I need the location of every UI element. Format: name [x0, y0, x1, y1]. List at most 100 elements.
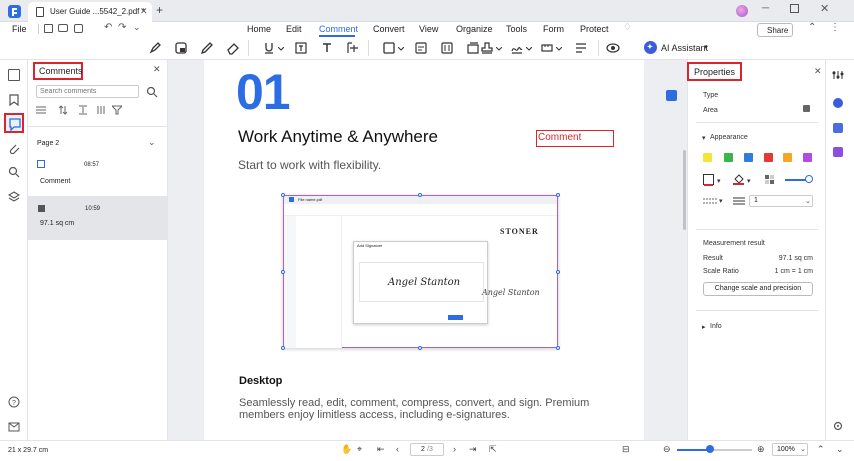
- menu-tools[interactable]: Tools: [506, 24, 527, 34]
- chevron-down-icon[interactable]: [398, 47, 404, 51]
- highlighter-icon[interactable]: [148, 41, 162, 55]
- chevron-down-icon[interactable]: ▾: [704, 43, 708, 51]
- more-icon[interactable]: ⋮: [830, 22, 840, 33]
- fit-page-icon[interactable]: ⊟: [622, 444, 630, 455]
- area-icon[interactable]: [466, 41, 480, 55]
- close-panel-icon[interactable]: ✕: [814, 66, 822, 77]
- typewriter-icon[interactable]: [346, 41, 360, 55]
- chevron-up-icon[interactable]: ⌃: [808, 22, 816, 33]
- comment-list-item-selected[interactable]: 10:59 97.1 sq cm: [28, 196, 167, 240]
- chevron-right-icon[interactable]: ▸: [702, 323, 706, 331]
- chevron-down-icon[interactable]: ▾: [747, 177, 751, 185]
- close-window-icon[interactable]: ✕: [820, 2, 829, 15]
- resize-handle[interactable]: [281, 270, 285, 274]
- chevron-down-icon[interactable]: ▾: [717, 177, 721, 185]
- chevron-down-icon[interactable]: [526, 47, 532, 51]
- layers-icon[interactable]: [8, 191, 20, 203]
- menu-comment[interactable]: Comment: [319, 24, 358, 34]
- scrollbar-thumb[interactable]: [683, 150, 686, 230]
- funnel-icon[interactable]: [112, 105, 122, 115]
- zoom-out-icon[interactable]: ⊖: [663, 444, 671, 455]
- save-icon[interactable]: [44, 24, 53, 33]
- search-icon[interactable]: [146, 86, 158, 98]
- eye-icon[interactable]: [606, 41, 620, 55]
- first-page-icon[interactable]: ⇤: [377, 444, 385, 455]
- avatar[interactable]: [736, 5, 748, 17]
- maximize-icon[interactable]: [790, 4, 799, 13]
- menu-home[interactable]: Home: [247, 24, 271, 34]
- stroke-color-icon[interactable]: [703, 174, 714, 186]
- chevron-down-icon[interactable]: [496, 47, 502, 51]
- expand-all-icon[interactable]: [78, 105, 88, 115]
- settings-icon[interactable]: [833, 421, 843, 431]
- menu-view[interactable]: View: [419, 24, 438, 34]
- bookmark-icon[interactable]: [8, 94, 20, 106]
- opacity-icon[interactable]: [765, 175, 774, 184]
- sort-icon[interactable]: [58, 105, 68, 115]
- stamp-icon[interactable]: [480, 41, 494, 55]
- zoom-slider-thumb[interactable]: [706, 445, 714, 453]
- ai-assistant-icon[interactable]: ✦: [644, 41, 657, 54]
- new-tab-button[interactable]: +: [156, 3, 163, 17]
- attachment-icon[interactable]: [440, 41, 454, 55]
- text-callout-icon[interactable]: [294, 41, 308, 55]
- ai-icon[interactable]: [833, 98, 843, 108]
- menu-file[interactable]: File: [12, 24, 27, 34]
- comment-list-icon[interactable]: [574, 41, 588, 55]
- share-button[interactable]: Share: [757, 23, 793, 37]
- menu-protect[interactable]: Protect: [580, 24, 609, 34]
- resize-handle[interactable]: [556, 270, 560, 274]
- zoom-select[interactable]: 100% ⌄: [772, 443, 808, 456]
- change-scale-button[interactable]: Change scale and precision: [703, 282, 813, 296]
- chevron-down-icon[interactable]: ⌄: [148, 137, 156, 148]
- properties-icon[interactable]: [832, 69, 844, 81]
- message-icon[interactable]: [8, 421, 20, 433]
- help-icon[interactable]: ?: [8, 396, 20, 408]
- search-icon[interactable]: [8, 166, 20, 178]
- chevron-down-icon[interactable]: ▾: [719, 197, 723, 205]
- resize-handle[interactable]: [418, 346, 422, 350]
- opacity-slider-thumb[interactable]: [805, 175, 813, 183]
- page-number-field[interactable]: 2 /3: [410, 443, 444, 456]
- minimize-icon[interactable]: ─: [762, 3, 769, 14]
- comment-textbox-annotation[interactable]: Comment: [536, 130, 614, 147]
- template-icon[interactable]: [833, 147, 843, 157]
- color-swatch-yellow[interactable]: [703, 153, 712, 162]
- note-icon[interactable]: [414, 41, 428, 55]
- embedded-screenshot-image[interactable]: File name.pdf STONER Add Signature Angel…: [283, 195, 558, 348]
- redo-icon[interactable]: ↷: [118, 22, 126, 33]
- line-width-select[interactable]: 1 ⌄: [749, 195, 813, 207]
- collapse-all-icon[interactable]: [96, 105, 106, 115]
- print-icon[interactable]: [58, 24, 68, 32]
- menu-convert[interactable]: Convert: [373, 24, 405, 34]
- chevron-down-icon[interactable]: [278, 47, 284, 51]
- chevron-down-icon[interactable]: ▾: [702, 134, 706, 142]
- signature-icon[interactable]: [510, 41, 524, 55]
- color-swatch-orange[interactable]: [783, 153, 792, 162]
- collapse-icon[interactable]: ⌃: [817, 444, 825, 455]
- resize-handle[interactable]: [281, 346, 285, 350]
- lightbulb-icon[interactable]: ♢: [623, 22, 632, 33]
- hand-tool-icon[interactable]: ✋: [341, 444, 352, 455]
- chevron-down-icon[interactable]: ⌄: [133, 22, 141, 33]
- color-swatch-blue[interactable]: [744, 153, 753, 162]
- color-swatch-green[interactable]: [724, 153, 733, 162]
- chevron-down-icon[interactable]: [556, 47, 562, 51]
- comments-panel-button[interactable]: [4, 113, 24, 133]
- line-width-icon[interactable]: [733, 196, 745, 206]
- next-page-icon[interactable]: ›: [453, 444, 456, 454]
- translate-icon[interactable]: [833, 123, 843, 133]
- attachment-icon[interactable]: [8, 142, 20, 154]
- eraser-icon[interactable]: [226, 41, 240, 55]
- text-box-icon[interactable]: [320, 41, 334, 55]
- menu-edit[interactable]: Edit: [286, 24, 302, 34]
- resize-handle[interactable]: [281, 193, 285, 197]
- resize-handle[interactable]: [556, 193, 560, 197]
- resize-handle[interactable]: [556, 346, 560, 350]
- lock-icon[interactable]: [803, 105, 810, 112]
- close-panel-icon[interactable]: ✕: [153, 64, 161, 75]
- fill-color-icon[interactable]: [733, 174, 744, 185]
- close-tab-icon[interactable]: ✕: [140, 6, 148, 17]
- comment-list-item[interactable]: 08:57 Comment: [28, 155, 168, 195]
- menu-form[interactable]: Form: [543, 24, 564, 34]
